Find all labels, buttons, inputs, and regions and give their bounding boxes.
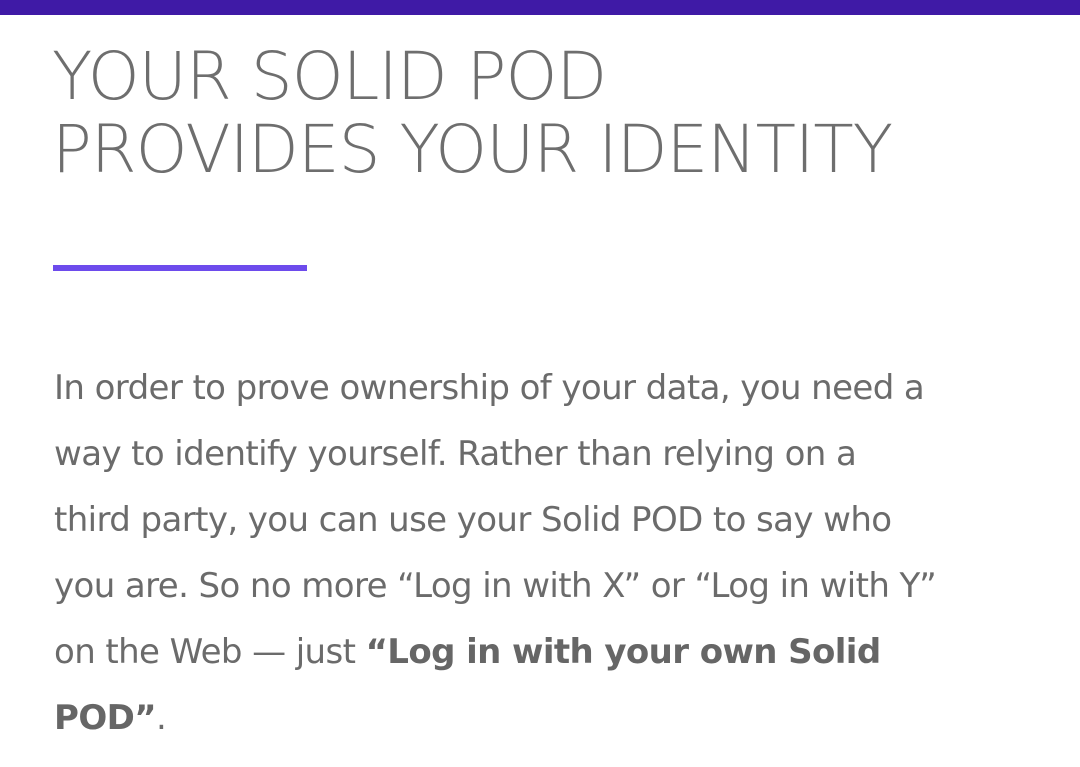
body-line-3: third party, you can use your Solid POD … bbox=[54, 500, 892, 540]
body-line-6-text: . bbox=[156, 698, 167, 738]
section-heading: YOUR SOLID POD PROVIDES YOUR IDENTITY bbox=[52, 40, 1052, 186]
body-line-5-emphasis: “Log in with your own Solid bbox=[365, 632, 882, 672]
top-bar bbox=[0, 0, 1080, 15]
body-line-1: In order to prove ownership of your data… bbox=[54, 368, 925, 408]
accent-divider bbox=[53, 265, 307, 271]
body-line-4: you are. So no more “Log in with X” or “… bbox=[54, 566, 937, 606]
body-line-6: POD”. bbox=[54, 685, 1054, 751]
body-line-5: on the Web — just “Log in with your own … bbox=[54, 619, 1054, 685]
section-body: In order to prove ownership of your data… bbox=[54, 355, 1054, 751]
page: YOUR SOLID POD PROVIDES YOUR IDENTITY In… bbox=[0, 0, 1080, 767]
body-line-5-text: on the Web — just bbox=[54, 632, 366, 672]
heading-line-2: PROVIDES YOUR IDENTITY bbox=[52, 111, 893, 188]
body-line-2: way to identify yourself. Rather than re… bbox=[54, 434, 857, 474]
heading-line-1: YOUR SOLID POD bbox=[52, 38, 607, 115]
body-line-6-emphasis: POD” bbox=[54, 698, 157, 738]
